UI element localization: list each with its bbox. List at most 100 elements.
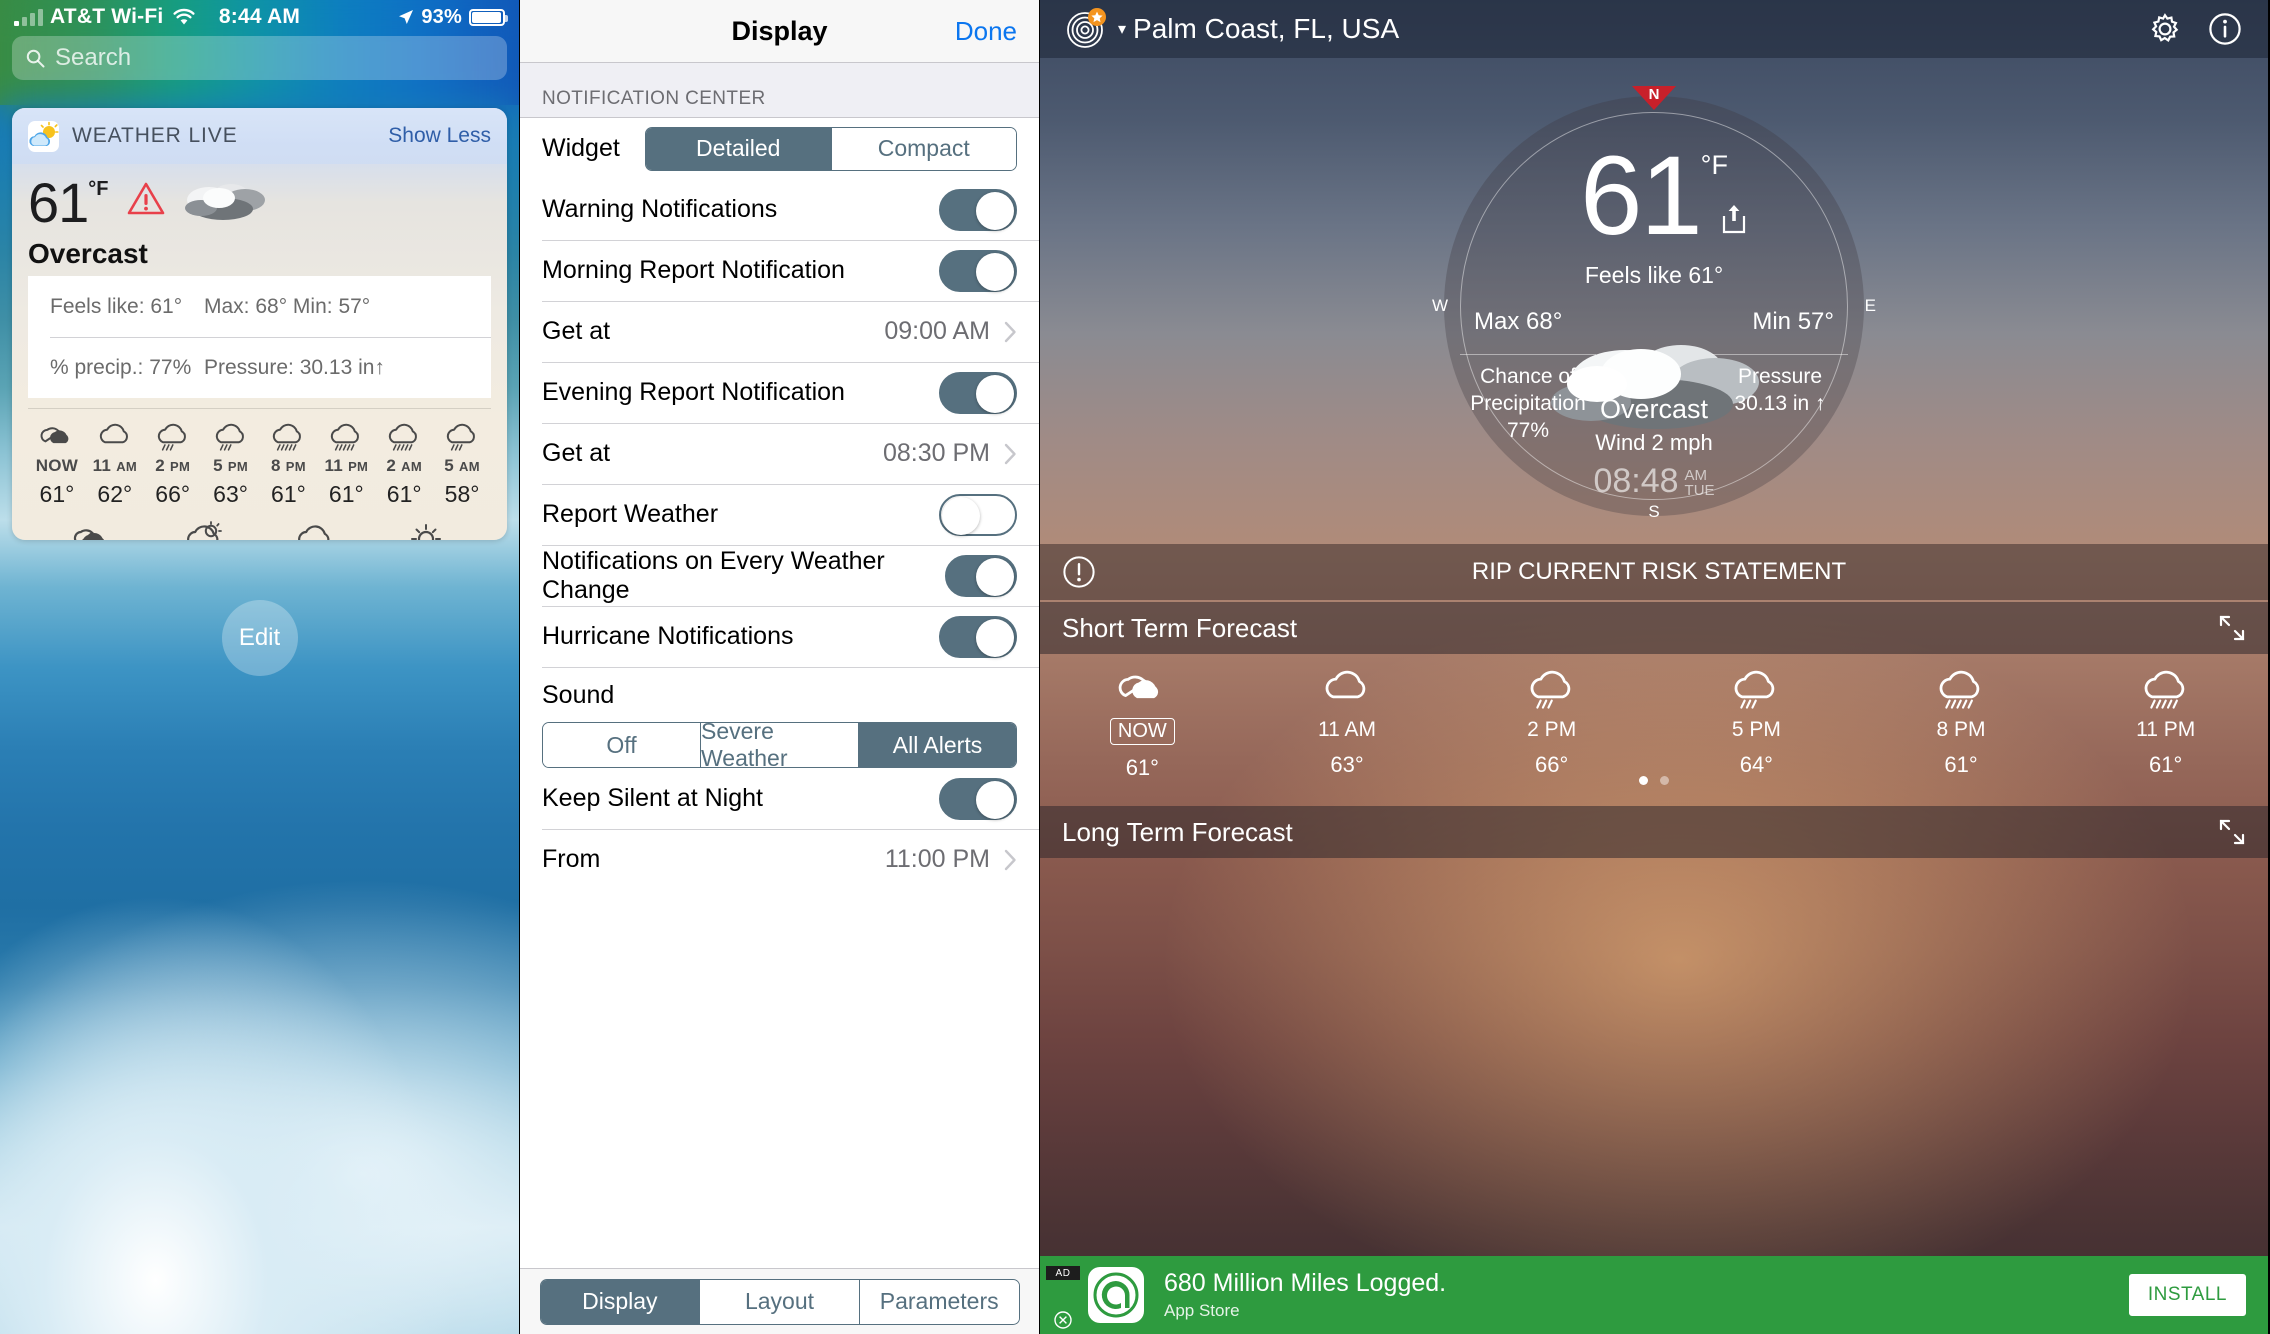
show-less-button[interactable]: Show Less — [388, 124, 491, 148]
settings-row[interactable]: Get at 08:30 PM — [520, 423, 1039, 484]
tab-layout[interactable]: Layout — [699, 1279, 859, 1324]
toggle-switch[interactable] — [939, 493, 1017, 536]
cloudy-icon — [86, 417, 144, 455]
sound-option-severe-weather[interactable]: Severe Weather — [700, 723, 858, 767]
page-dot[interactable] — [1660, 776, 1669, 785]
row-value: 11:00 PM — [884, 845, 990, 873]
settings-row[interactable]: Notifications on Every Weather Change — [520, 545, 1039, 606]
max-min-value: Max: 68° Min: 57° — [204, 294, 371, 318]
search-input[interactable]: Search — [12, 36, 507, 80]
compass-north-label: N — [1648, 86, 1660, 103]
search-placeholder: Search — [55, 44, 132, 71]
done-button[interactable]: Done — [955, 16, 1017, 47]
chevron-right-icon — [1004, 849, 1017, 871]
expand-icon[interactable] — [2218, 818, 2246, 846]
widget-hour-temp: 61° — [386, 481, 422, 507]
settings-row[interactable]: Get at 09:00 AM — [520, 301, 1039, 362]
app-hour-time: NOW — [1109, 718, 1175, 745]
widget-style-segmented-control[interactable]: Detailed Compact — [645, 126, 1017, 171]
settings-navbar: Display Done — [520, 0, 1039, 62]
sound-option-all-alerts[interactable]: All Alerts — [858, 723, 1016, 767]
rain-icon — [260, 417, 318, 455]
status-bar: AT&T Wi-Fi 8:44 AM 93% — [0, 0, 519, 34]
settings-row[interactable]: Warning Notifications — [520, 179, 1039, 240]
overcast-icon — [38, 518, 149, 540]
row-value: 08:30 PM — [882, 439, 990, 467]
long-term-forecast-header[interactable]: Long Term Forecast — [1040, 806, 2268, 858]
tab-display[interactable]: Display — [540, 1279, 700, 1324]
widget-hour-time: 2 AM — [386, 456, 422, 475]
notification-center-panel: AT&T Wi-Fi 8:44 AM 93% Search WEATHER LI… — [0, 0, 519, 1334]
row-label: Get at — [542, 317, 611, 345]
install-button[interactable]: INSTALL — [2128, 1274, 2246, 1316]
dial-clock-day: TUE — [1684, 482, 1715, 500]
settings-row[interactable]: From 11:00 PM — [520, 829, 1039, 890]
pressure-value: Pressure: 30.13 in↑ — [204, 355, 385, 379]
page-dot[interactable] — [1639, 776, 1648, 785]
widget-hour-cell: NOW 61° — [28, 417, 86, 508]
rain-icon — [1859, 662, 2064, 714]
page-dots[interactable] — [1040, 776, 2268, 785]
app-hour-temp: 61° — [2149, 752, 2183, 777]
toggle-switch[interactable] — [939, 188, 1017, 231]
widget-hour-temp: 58° — [444, 481, 480, 507]
settings-row[interactable]: Evening Report Notification — [520, 362, 1039, 423]
settings-row[interactable]: Keep Silent at Night — [520, 768, 1039, 829]
city-label[interactable]: Palm Coast, FL, USA — [1133, 13, 1399, 45]
toggle-switch[interactable] — [939, 777, 1017, 820]
tab-parameters[interactable]: Parameters — [858, 1279, 1019, 1324]
radar-star-icon[interactable] — [1066, 8, 1108, 50]
share-icon[interactable] — [1720, 204, 1748, 234]
weather-widget[interactable]: WEATHER LIVE Show Less 61 °F Overcast Fe… — [12, 108, 507, 540]
weather-dial[interactable]: N W E S 61°F Feels like 61° Max 68° Min … — [1432, 86, 1876, 521]
sound-option-off[interactable]: Off — [543, 723, 700, 767]
dial-max: Max 68° — [1474, 308, 1563, 335]
alert-banner[interactable]: RIP CURRENT RISK STATEMENT — [1040, 544, 2268, 600]
weather-warning-icon[interactable] — [127, 182, 165, 216]
compass-south-label: S — [1648, 502, 1660, 521]
sound-label: Sound — [542, 681, 615, 709]
settings-rows-group-2: Keep Silent at Night From 11:00 PM — [520, 768, 1039, 890]
dial-wind: Wind 2 mph — [1595, 430, 1713, 455]
widget-hour-temp: 63° — [213, 481, 248, 507]
search-icon — [26, 49, 45, 68]
expand-icon[interactable] — [2218, 614, 2246, 642]
info-icon[interactable] — [2208, 12, 2242, 46]
sound-row: Sound Off Severe Weather All Alerts — [520, 667, 1039, 768]
ad-banner[interactable]: AD 680 Million Miles Logged. App Store I… — [1040, 1256, 2268, 1334]
gear-icon[interactable] — [2148, 12, 2182, 46]
sound-segmented-control[interactable]: Off Severe Weather All Alerts — [542, 722, 1017, 768]
current-temperature: 61 — [28, 171, 89, 234]
widget-option-detailed[interactable]: Detailed — [646, 127, 831, 170]
widget-hour-cell: 5 AM 58° — [433, 417, 491, 508]
toggle-switch[interactable] — [939, 615, 1017, 658]
dial-temperature-unit: °F — [1700, 150, 1728, 180]
widget-day-cell: WED 64° | 52° — [149, 518, 260, 540]
settings-row[interactable]: Report Weather — [520, 484, 1039, 545]
settings-tabs[interactable]: Display Layout Parameters — [539, 1278, 1020, 1325]
close-icon[interactable] — [1054, 1311, 1072, 1329]
rain-icon — [2063, 662, 2268, 714]
toggle-switch[interactable] — [939, 249, 1017, 292]
short-term-forecast-header[interactable]: Short Term Forecast — [1040, 602, 2268, 654]
ad-label: AD — [1046, 1266, 1080, 1280]
widget-option-compact[interactable]: Compact — [830, 127, 1016, 170]
location-arrow-icon — [398, 9, 414, 25]
caret-down-icon[interactable]: ▾ — [1118, 19, 1126, 39]
row-label: Keep Silent at Night — [542, 784, 763, 812]
toggle-switch[interactable] — [944, 554, 1017, 597]
dial-min: Min 57° — [1752, 308, 1834, 335]
settings-row[interactable]: Hurricane Notifications — [520, 606, 1039, 667]
battery-percent-label: 93% — [421, 5, 462, 28]
settings-row[interactable]: Morning Report Notification — [520, 240, 1039, 301]
dial-temperature-block: 61°F — [1444, 140, 1864, 252]
weather-app-icon — [28, 120, 59, 152]
widget-hour-time: 8 PM — [270, 456, 306, 475]
widget-day-cell: THU 73° | 45° — [260, 518, 371, 540]
toggle-switch[interactable] — [939, 371, 1017, 414]
widget-stats: Feels like: 61° Max: 68° Min: 57° % prec… — [28, 276, 491, 398]
row-label: From — [542, 845, 601, 873]
edit-button[interactable]: Edit — [221, 600, 298, 676]
widget-hourly-forecast: NOW 61° 11 AM 62° 2 PM 66° 5 PM 63° 8 PM… — [28, 409, 491, 510]
widget-hour-time: 5 PM — [213, 456, 248, 475]
